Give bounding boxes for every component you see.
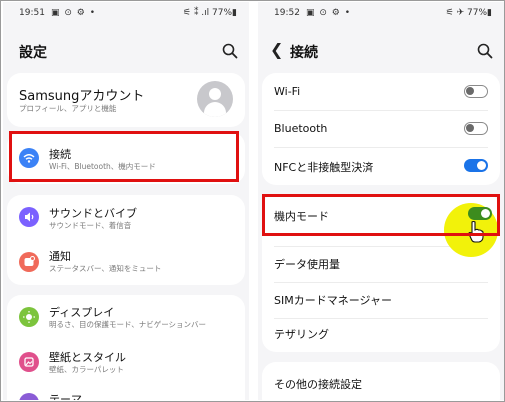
account-title: Samsungアカウント [19, 89, 145, 104]
theme-icon [19, 393, 39, 400]
settings-screen: 19:51 ▣ ⊙ ⚙ • ⚟ ⁑ .ıl 77%▮ 設定 Samsungアカウ… [3, 2, 249, 400]
sound-title: サウンドとバイブ [49, 207, 137, 220]
more-settings-card: その他の接続設定 [262, 362, 500, 400]
sound-icon [19, 207, 39, 227]
back-arrow-icon[interactable]: ❮ [270, 40, 283, 59]
nfc-row[interactable]: NFCと非接触型決済 [262, 147, 500, 185]
sound-subtitle: サウンドモード、着信音 [49, 221, 132, 230]
screenshot-frame: 19:51 ▣ ⊙ ⚙ • ⚟ ⁑ .ıl 77%▮ 設定 Samsungアカウ… [0, 0, 505, 402]
page-title: 設定 [19, 45, 47, 61]
display-card: ディスプレイ 明るさ、目の保護モード、ナビゲーションバー 壁紙とスタイル 壁紙、… [7, 295, 245, 400]
wifi-row[interactable]: Wi-Fi [262, 73, 500, 110]
nfc-label: NFCと非接触型決済 [274, 161, 374, 174]
nfc-toggle[interactable] [464, 159, 488, 172]
other-connection-settings-row[interactable]: その他の接続設定 [262, 362, 500, 400]
other-connection-settings-label: その他の接続設定 [274, 378, 362, 391]
display-title: ディスプレイ [49, 306, 115, 319]
data-usage-label: データ使用量 [274, 258, 340, 271]
divider [274, 282, 488, 283]
search-icon[interactable] [221, 42, 239, 60]
theme-title: テーマ [49, 393, 82, 400]
wallpaper-title: 壁紙とスタイル [49, 351, 126, 364]
sound-notification-card: サウンドとバイブ サウンドモード、着信音 通知 ステータスバー、通知をミュート [7, 195, 245, 285]
sim-manager-label: SIMカードマネージャー [274, 294, 392, 307]
connections-highlight-box [9, 131, 239, 182]
status-time: 19:51 [19, 8, 45, 18]
bluetooth-label: Bluetooth [274, 122, 328, 135]
status-system-icons: ⚟ ⁑ .ıl 77%▮ [183, 8, 237, 18]
notification-icon [19, 252, 39, 272]
wallpaper-subtitle: 壁紙、カラーパレット [49, 365, 124, 374]
status-bar: 19:52 ▣ ⊙ ⚙ • ⚟ ✈ 77%▮ [258, 2, 504, 24]
status-bar: 19:51 ▣ ⊙ ⚙ • ⚟ ⁑ .ıl 77%▮ [3, 2, 249, 24]
account-subtitle: プロフィール、アプリと機能 [19, 104, 117, 113]
page-title: 接続 [290, 45, 318, 61]
tethering-row[interactable]: テザリング [262, 318, 500, 352]
wifi-label: Wi-Fi [274, 85, 301, 98]
status-notification-icons: ▣ ⊙ ⚙ • [51, 8, 97, 18]
settings-item-notifications[interactable]: 通知 ステータスバー、通知をミュート [7, 240, 245, 285]
connections-toggle-card: Wi-Fi Bluetooth NFCと非接触型決済 [262, 73, 500, 185]
wifi-toggle[interactable] [464, 85, 488, 98]
display-icon [19, 307, 39, 327]
notifications-title: 通知 [49, 250, 71, 263]
settings-item-theme[interactable]: テーマ [7, 385, 245, 400]
samsung-account-card[interactable]: Samsungアカウント プロフィール、アプリと機能 [7, 73, 245, 127]
status-system-icons: ⚟ ✈ 77%▮ [445, 8, 492, 18]
settings-item-wallpaper[interactable]: 壁紙とスタイル 壁紙、カラーパレット [7, 340, 245, 385]
avatar [197, 81, 233, 117]
sim-manager-row[interactable]: SIMカードマネージャー [262, 284, 500, 318]
search-icon[interactable] [476, 42, 494, 60]
connections-screen: 19:52 ▣ ⊙ ⚙ • ⚟ ✈ 77%▮ ❮ 接続 Wi-Fi Blueto… [258, 2, 504, 400]
display-subtitle: 明るさ、目の保護モード、ナビゲーションバー [49, 320, 207, 329]
tethering-label: テザリング [274, 328, 329, 341]
status-notification-icons: ▣ ⊙ ⚙ • [306, 8, 352, 18]
airplane-mode-highlight-box [262, 194, 500, 236]
status-time: 19:52 [274, 8, 300, 18]
wallpaper-icon [19, 352, 39, 372]
bluetooth-row[interactable]: Bluetooth [262, 110, 500, 147]
bluetooth-toggle[interactable] [464, 122, 488, 135]
notifications-subtitle: ステータスバー、通知をミュート [49, 264, 162, 273]
settings-item-display[interactable]: ディスプレイ 明るさ、目の保護モード、ナビゲーションバー [7, 295, 245, 340]
settings-item-sound[interactable]: サウンドとバイブ サウンドモード、着信音 [7, 195, 245, 240]
